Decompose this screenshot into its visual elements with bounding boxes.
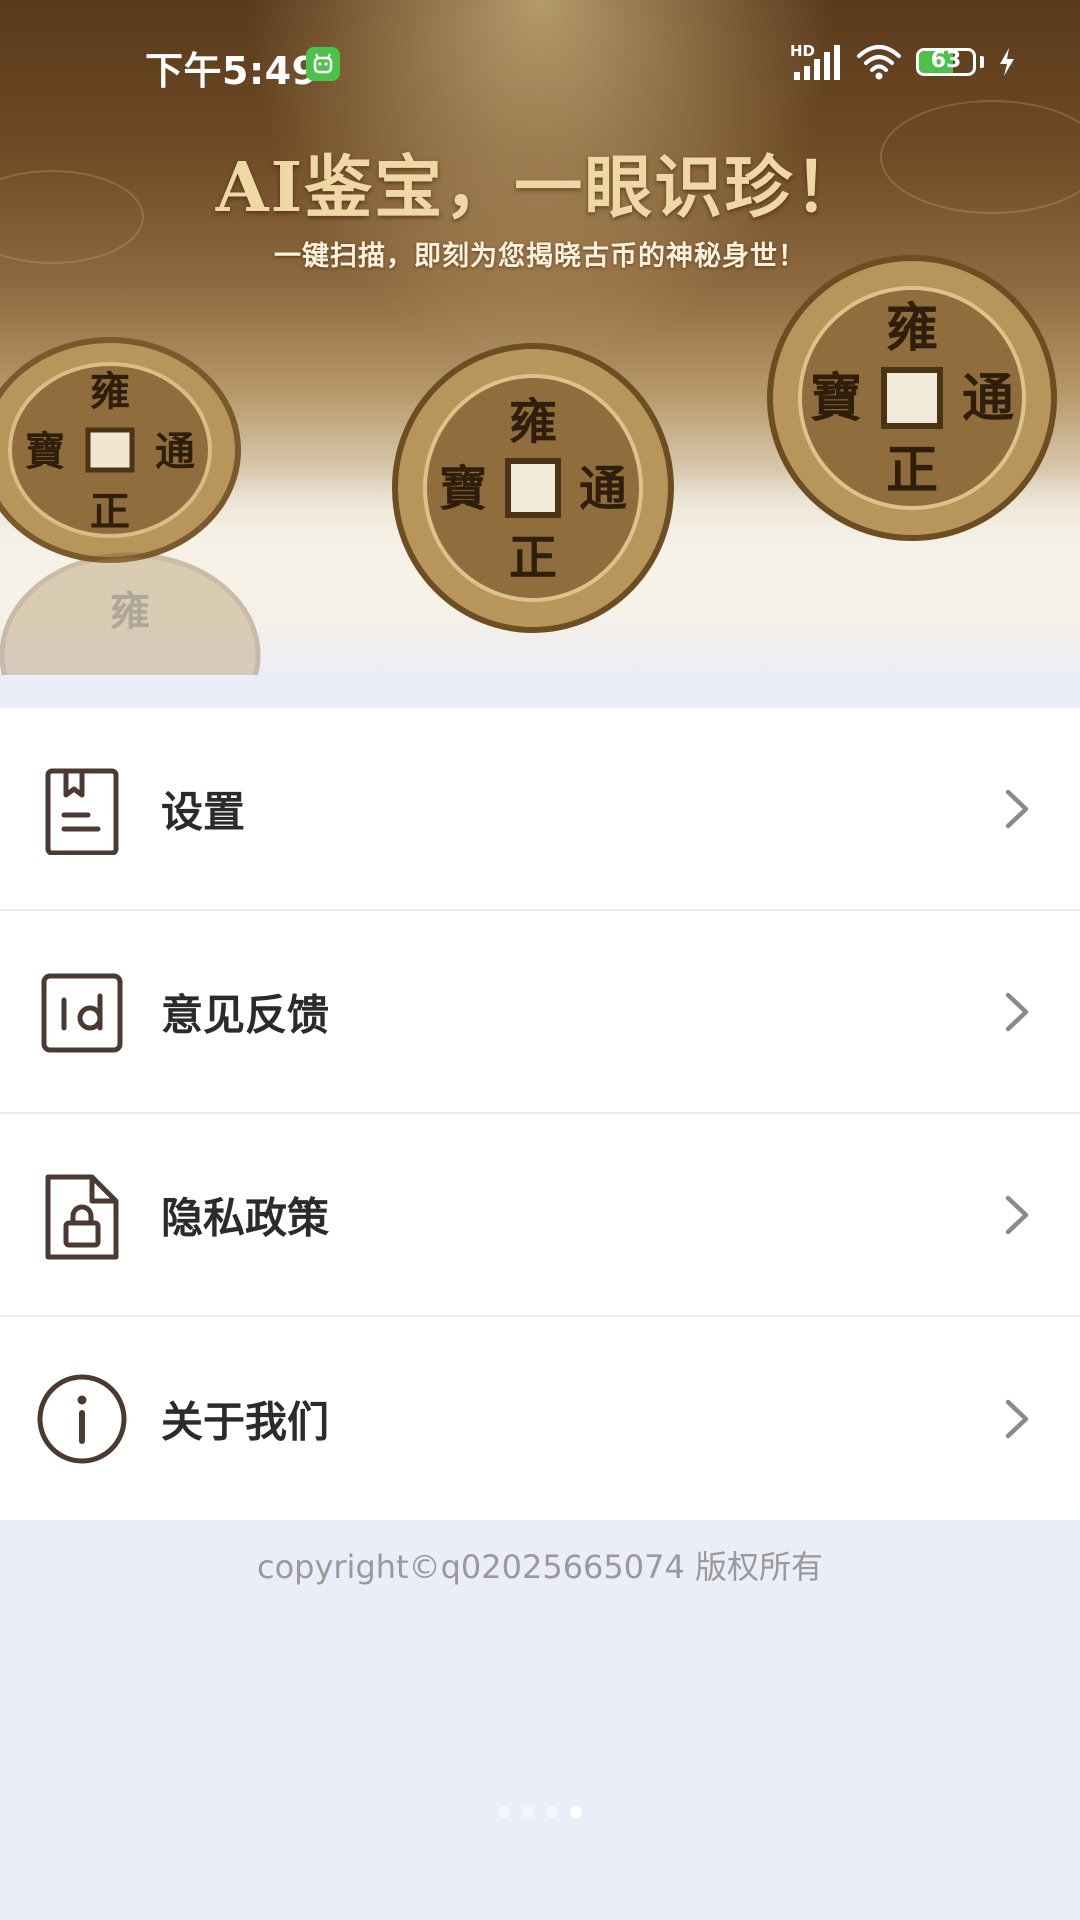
coin-char-left: 寶 — [25, 428, 65, 475]
coin-char-right: 通 — [579, 461, 627, 517]
coin-char-top: 雍 — [90, 368, 130, 415]
coin-char-bottom: 正 — [509, 530, 557, 586]
chevron-right-icon — [1002, 990, 1032, 1034]
hero-banner: 下午5:49 HD 63 AI鉴宝，一眼识珍！ 一键扫描，即刻为您揭晓古币的神秘… — [0, 0, 1080, 680]
coin-center: 雍 正 通 寶 — [392, 343, 674, 633]
coin-char-top: 雍 — [886, 298, 938, 359]
coin-char-top: 雍 — [509, 394, 557, 450]
menu-item-feedback[interactable]: 意见反馈 — [0, 911, 1080, 1114]
info-circle-icon — [36, 1373, 128, 1465]
page-dot — [522, 1806, 534, 1818]
coin-char-bottom: 正 — [90, 488, 130, 535]
coin-char-bottom: 正 — [886, 440, 938, 501]
chevron-right-icon — [1002, 787, 1032, 831]
copyright-text: copyright©q02025665074 版权所有 — [256, 1548, 824, 1586]
menu-list: 设置 意见反馈 隐私政策 关于我们 — [0, 708, 1080, 1520]
coin-char-right: 通 — [962, 368, 1014, 429]
about-screen: 下午5:49 HD 63 AI鉴宝，一眼识珍！ 一键扫描，即刻为您揭晓古币的神秘… — [0, 0, 1080, 1920]
app-notification-icon — [306, 47, 340, 81]
coin-left: 雍 正 通 寶 — [0, 337, 241, 563]
menu-item-label: 关于我们 — [161, 1397, 330, 1446]
signal-icon: HD — [790, 42, 842, 82]
menu-item-privacy-policy[interactable]: 隐私政策 — [0, 1114, 1080, 1317]
chevron-right-icon — [1002, 1397, 1032, 1441]
feedback-id-icon — [36, 966, 128, 1058]
coin-char-right: 通 — [155, 428, 195, 475]
battery-level: 63 — [930, 48, 962, 73]
chevron-right-icon — [1002, 1193, 1032, 1237]
battery-cap — [980, 56, 984, 68]
coin-reflection-char: 雍 — [110, 588, 150, 635]
coin-char-left: 寶 — [810, 368, 862, 429]
menu-item-label: 设置 — [161, 787, 246, 836]
coin-char-left: 寶 — [439, 461, 487, 517]
bookmark-document-icon — [36, 763, 128, 855]
battery-icon: 63 — [916, 48, 976, 76]
status-bar: 下午5:49 HD 63 — [0, 0, 1080, 120]
charging-icon — [998, 47, 1016, 77]
menu-item-about-us[interactable]: 关于我们 — [0, 1317, 1080, 1520]
lock-document-icon — [36, 1169, 128, 1261]
coin-left-reflection: 雍 — [0, 552, 261, 675]
banner-title: AI鉴宝，一眼识珍！ — [215, 148, 865, 228]
status-time: 下午5:49 — [145, 49, 319, 93]
page-dot — [498, 1806, 510, 1818]
page-indicator — [0, 1806, 1080, 1818]
status-icons: HD 63 — [790, 42, 1016, 82]
page-dot — [570, 1806, 582, 1818]
menu-item-label: 意见反馈 — [161, 990, 330, 1039]
page-dot — [546, 1806, 558, 1818]
wifi-icon — [856, 42, 902, 82]
coin-right: 雍 正 通 寶 — [767, 255, 1057, 541]
menu-item-label: 隐私政策 — [161, 1193, 330, 1242]
menu-item-settings[interactable]: 设置 — [0, 708, 1080, 911]
